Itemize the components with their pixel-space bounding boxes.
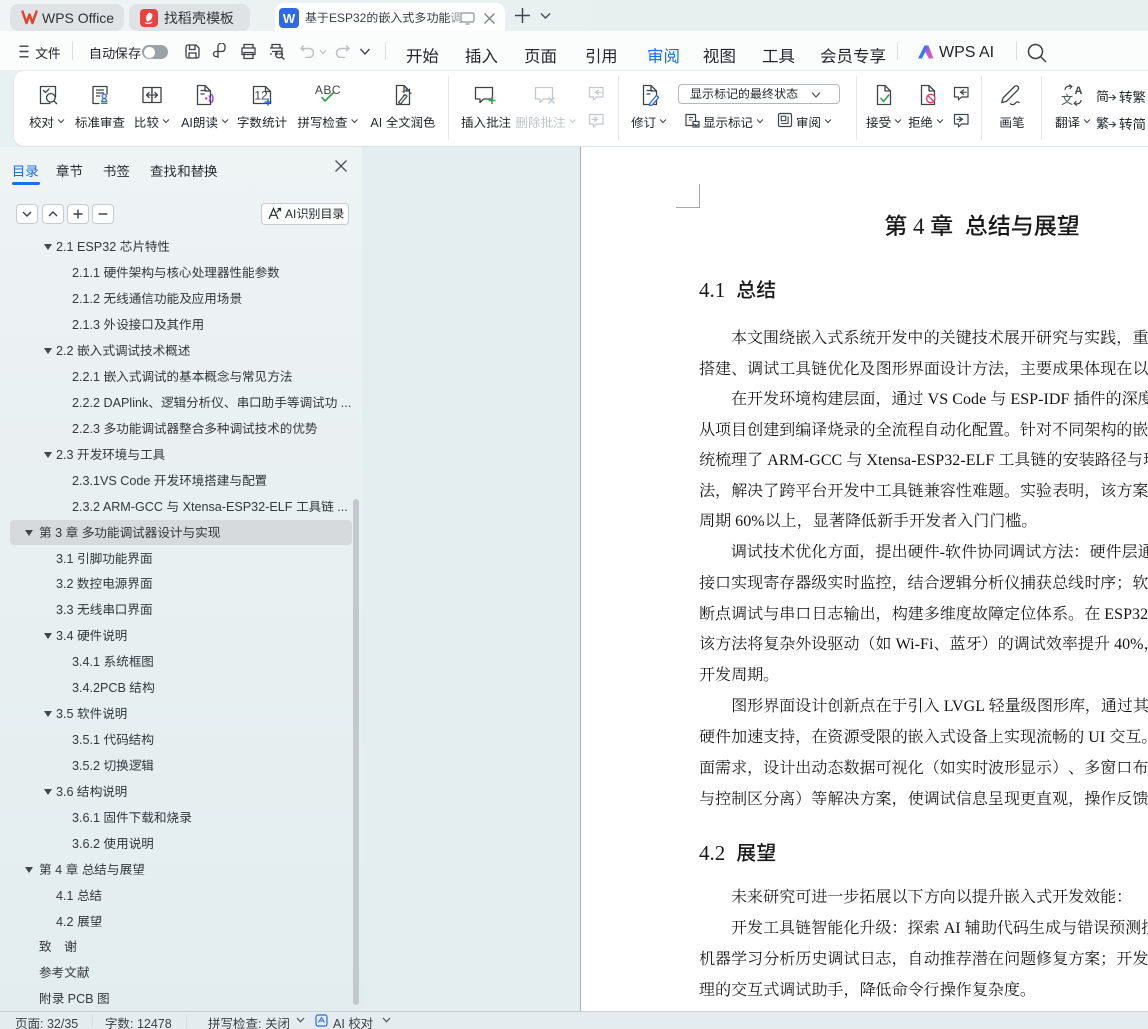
svg-text:W: W (283, 11, 296, 26)
svg-text:文: 文 (1061, 91, 1074, 106)
svg-text:12: 12 (254, 89, 268, 103)
svg-text:A: A (1075, 85, 1083, 97)
svg-text:ABC: ABC (315, 84, 341, 97)
